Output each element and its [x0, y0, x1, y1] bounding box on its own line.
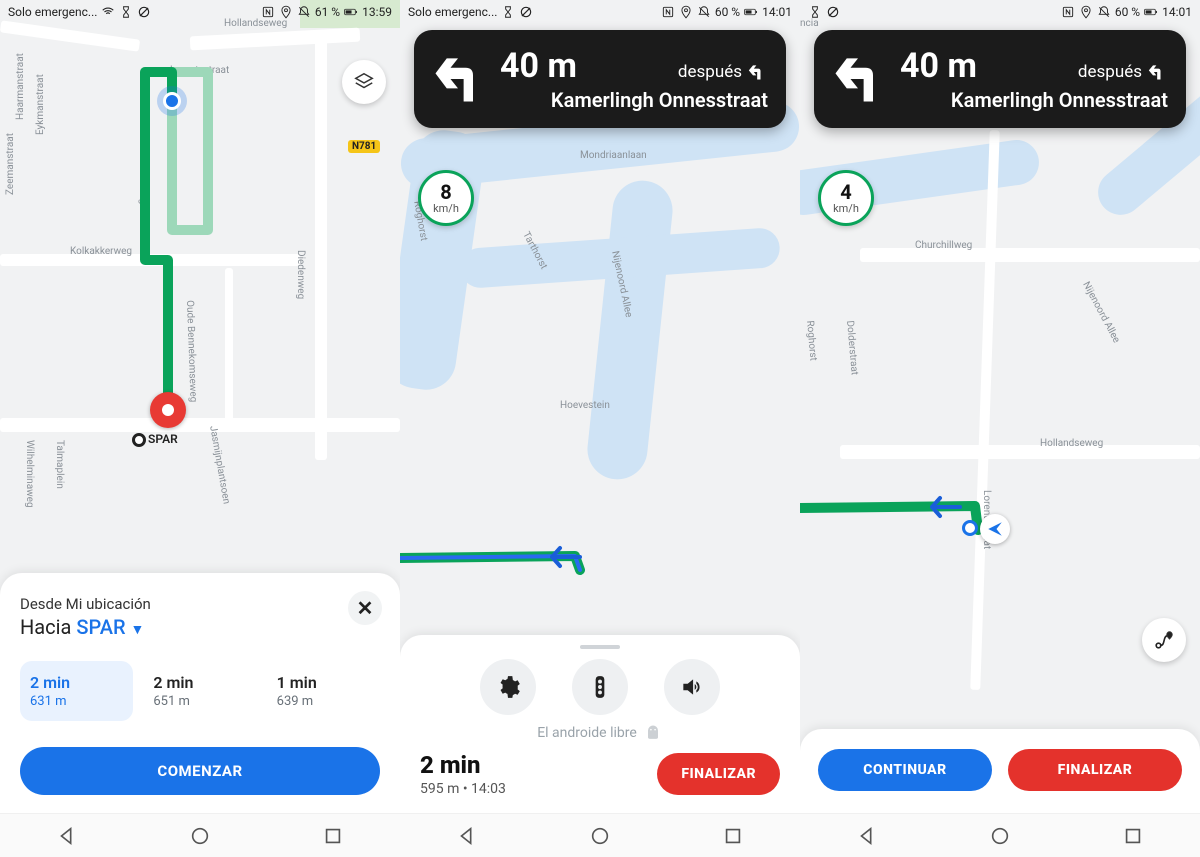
location-icon [279, 5, 293, 19]
finalize-button[interactable]: FINALIZAR [1008, 749, 1182, 791]
close-button[interactable]: ✕ [348, 591, 382, 625]
back-icon[interactable] [456, 825, 478, 847]
finalize-button[interactable]: FINALIZAR [657, 753, 780, 795]
then-label: después [1078, 62, 1168, 82]
android-navbar [400, 813, 800, 857]
recents-icon[interactable] [322, 825, 344, 847]
no-location-icon [137, 5, 151, 19]
status-bar: Solo emergenc... 60 % 14:01 [400, 0, 800, 24]
battery-text: 60 % [1115, 5, 1140, 19]
hourglass-icon [501, 5, 515, 19]
recents-icon[interactable] [1122, 825, 1144, 847]
from-label: Desde Mi ubicación [20, 595, 380, 613]
hourglass-icon [808, 5, 822, 19]
route-option-3[interactable]: 1 min 639 m [267, 661, 380, 721]
status-bar: 60 % 14:01 [800, 0, 1200, 24]
phone-nav-active: Mondriaanlaan Tarthorst Nijenoord Allee … [400, 0, 800, 857]
speed-indicator: 4 km/h [818, 170, 874, 226]
poi-spar[interactable]: SPAR [132, 432, 178, 447]
battery-icon [344, 5, 358, 19]
carrier-label: Solo emergenc... [8, 5, 97, 19]
speed-indicator: 8 km/h [418, 170, 474, 226]
clock-text: 14:01 [1162, 5, 1192, 19]
android-navbar [0, 813, 400, 857]
nfc-icon [261, 5, 275, 19]
android-icon [643, 723, 663, 743]
dnd-icon [297, 5, 311, 19]
turn-left-icon [828, 49, 888, 109]
hourglass-icon [119, 5, 133, 19]
nfc-icon [1061, 5, 1075, 19]
turn-street: Kamerlingh Onnesstraat [500, 88, 768, 112]
eta-time: 2 min [420, 751, 506, 779]
then-label: después [678, 62, 768, 82]
route-overlay [0, 0, 400, 600]
current-location-pointer [980, 514, 1010, 544]
turn-left-icon [428, 49, 488, 109]
dnd-icon [697, 5, 711, 19]
turn-card[interactable]: 40 m después Kamerlingh Onnesstraat [414, 30, 786, 128]
speaker-icon [679, 674, 705, 700]
settings-button[interactable] [480, 659, 536, 715]
gear-icon [495, 674, 521, 700]
android-navbar [800, 813, 1200, 857]
continue-button[interactable]: CONTINUAR [818, 749, 992, 791]
nfc-icon [661, 5, 675, 19]
back-icon[interactable] [56, 825, 78, 847]
route-sheet[interactable]: ✕ Desde Mi ubicación Hacia SPAR ▼ 2 min … [0, 573, 400, 813]
destination-pin [150, 392, 186, 428]
to-row[interactable]: Hacia SPAR ▼ [20, 615, 380, 639]
dnd-icon [1097, 5, 1111, 19]
turn-distance: 40 m [900, 46, 977, 86]
status-bar: Solo emergenc... 61 % 13:59 [0, 0, 400, 24]
battery-text: 60 % [715, 5, 740, 19]
wifi-icon [101, 5, 115, 19]
carrier-label: Solo emergenc... [408, 5, 497, 19]
destination-link: SPAR [76, 615, 125, 639]
nav-bottom-sheet[interactable]: El androide libre 2 min 595 m • 14:03 FI… [400, 635, 800, 813]
turn-street: Kamerlingh Onnesstraat [900, 88, 1168, 112]
direction-arrow-icon [550, 544, 590, 570]
route-options: 2 min 631 m 2 min 651 m 1 min 639 m [20, 661, 380, 721]
route-option-2[interactable]: 2 min 651 m [143, 661, 256, 721]
then-turn-left-icon [1148, 62, 1168, 82]
no-location-icon [826, 5, 840, 19]
turn-distance: 40 m [500, 46, 577, 86]
battery-text: 61 % [315, 5, 340, 19]
watermark-text: El androide libre [420, 723, 780, 743]
location-icon [679, 5, 693, 19]
direction-arrow-icon [930, 494, 970, 520]
route-origin-ring [962, 520, 978, 536]
start-button[interactable]: COMENZAR [20, 747, 380, 795]
no-location-icon [519, 5, 533, 19]
traffic-button[interactable] [572, 659, 628, 715]
clock-text: 13:59 [362, 5, 392, 19]
eta-detail: 595 m • 14:03 [420, 781, 506, 797]
phone-route-preview: Hollandseweg Kolkakkerweg Diedenweg Oude… [0, 0, 400, 857]
nav-paused-sheet[interactable]: CONTINUAR FINALIZAR [800, 729, 1200, 813]
turn-card[interactable]: 40 m después Kamerlingh Onnesstraat [814, 30, 1186, 128]
layers-button[interactable] [342, 60, 386, 104]
current-location-dot [163, 92, 181, 110]
drag-handle[interactable] [580, 645, 620, 649]
back-icon[interactable] [856, 825, 878, 847]
close-icon: ✕ [357, 596, 374, 620]
battery-icon [1144, 5, 1158, 19]
route-overview-button[interactable] [1142, 618, 1186, 662]
route-option-1[interactable]: 2 min 631 m [20, 661, 133, 721]
traffic-light-icon [587, 674, 613, 700]
phone-nav-paused: Churchillweg Dolderstraat Nijenoord Alle… [800, 0, 1200, 857]
then-turn-left-icon [748, 62, 768, 82]
recents-icon[interactable] [722, 825, 744, 847]
sound-button[interactable] [664, 659, 720, 715]
chevron-down-icon: ▼ [131, 622, 145, 638]
home-icon[interactable] [189, 825, 211, 847]
location-icon [1079, 5, 1093, 19]
home-icon[interactable] [589, 825, 611, 847]
home-icon[interactable] [989, 825, 1011, 847]
battery-icon [744, 5, 758, 19]
clock-text: 14:01 [762, 5, 792, 19]
